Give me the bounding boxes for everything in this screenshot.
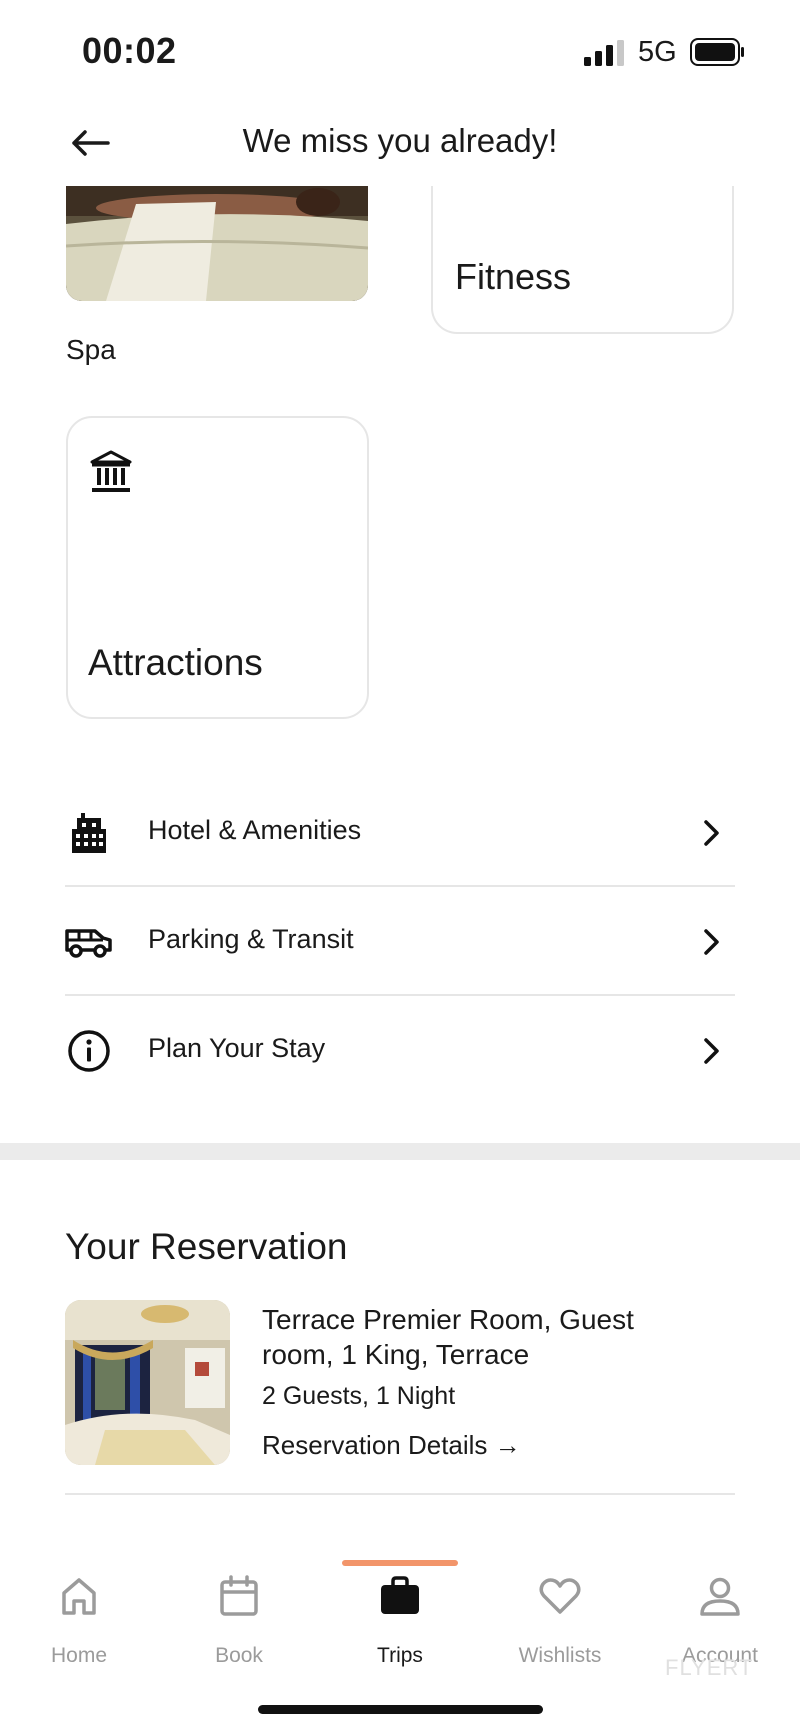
section-divider — [0, 1143, 800, 1160]
attractions-label: Attractions — [88, 642, 263, 683]
chevron-right-icon — [704, 929, 719, 955]
reservation-heading: Your Reservation — [65, 1226, 348, 1267]
tab-label: Book — [215, 1644, 263, 1667]
calendar-icon — [220, 1575, 258, 1616]
tab-label: Wishlists — [518, 1644, 602, 1667]
van-icon — [65, 919, 113, 965]
building-icon — [65, 810, 113, 856]
room-image[interactable] — [65, 1300, 230, 1465]
list-item-label: Plan Your Stay — [148, 1033, 326, 1063]
info-icon — [65, 1028, 113, 1074]
tab-bar: Home Book Trips Wishlists Account — [0, 1540, 800, 1731]
status-bar: 00:02 5G — [0, 0, 800, 100]
tab-trips[interactable]: Trips — [330, 1540, 470, 1670]
tab-label: Trips — [377, 1644, 423, 1667]
list-item-label: Parking & Transit — [148, 924, 354, 954]
briefcase-icon — [381, 1576, 419, 1614]
chevron-right-icon — [704, 820, 719, 846]
spa-label: Spa — [66, 334, 116, 365]
list-item-plan-your-stay[interactable]: Plan Your Stay — [65, 996, 735, 1105]
heart-icon — [539, 1578, 581, 1614]
list-item-parking-transit[interactable]: Parking & Transit — [65, 887, 735, 996]
home-icon — [62, 1578, 96, 1615]
battery-icon — [690, 38, 744, 66]
attractions-card[interactable]: Attractions — [66, 416, 369, 719]
network-type: 5G — [638, 36, 677, 68]
fitness-card[interactable]: Fitness — [431, 160, 734, 334]
list-item-label: Hotel & Amenities — [148, 815, 362, 845]
tab-account[interactable]: Account — [650, 1540, 790, 1670]
fitness-label: Fitness — [455, 256, 572, 297]
tab-label: Home — [50, 1644, 108, 1667]
chevron-right-icon — [704, 1038, 719, 1064]
signal-icon — [584, 40, 624, 66]
spa-image[interactable] — [66, 186, 368, 301]
page-title: We miss you already! — [242, 122, 558, 159]
tab-home[interactable]: Home — [9, 1540, 149, 1670]
museum-icon — [90, 450, 132, 492]
tab-book[interactable]: Book — [169, 1540, 309, 1670]
reservation-details-link[interactable]: Reservation Details → — [262, 1430, 521, 1461]
room-name: Terrace Premier Room, Guest room, 1 King… — [262, 1304, 634, 1370]
home-indicator[interactable] — [258, 1705, 543, 1714]
tab-wishlists[interactable]: Wishlists — [490, 1540, 630, 1670]
room-photo — [65, 1300, 230, 1465]
guest-count: 2 Guests, 1 Night — [262, 1382, 456, 1410]
list-item-hotel-amenities[interactable]: Hotel & Amenities — [65, 778, 735, 887]
reservation-divider — [65, 1493, 735, 1495]
watermark: FLYERT — [665, 1655, 754, 1680]
status-time: 00:02 — [82, 30, 177, 71]
person-icon — [700, 1577, 740, 1616]
spa-photo — [66, 186, 368, 301]
info-list: Hotel & Amenities Parking & Transit Plan… — [65, 778, 735, 1105]
header: We miss you already! — [0, 100, 800, 186]
